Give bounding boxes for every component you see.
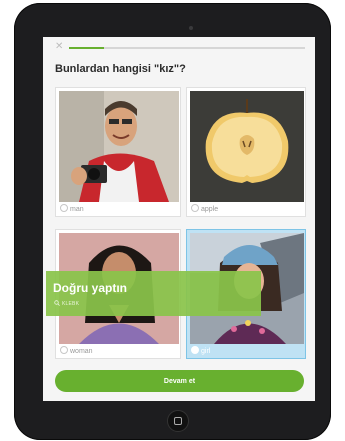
top-bar: ✕ (55, 42, 305, 53)
continue-button[interactable]: Devam et (55, 370, 304, 392)
progress-fill (69, 47, 105, 49)
feedback-subtitle: KLEBK (62, 301, 80, 307)
home-button-icon[interactable] (167, 410, 189, 432)
option-label: apple (201, 206, 219, 213)
option-label: woman (70, 348, 93, 355)
camera-dot (189, 26, 193, 30)
option-label: girl (201, 348, 211, 355)
radio-icon[interactable] (60, 204, 68, 212)
option-card-apple[interactable]: apple (186, 87, 306, 217)
feedback-banner: Doğru yaptın KLEBK (46, 271, 261, 316)
radio-icon[interactable] (191, 346, 199, 354)
radio-icon[interactable] (191, 204, 199, 212)
search-icon (54, 300, 60, 306)
lesson-screen: ✕ Bunlardan hangisi "kız"? man apple wom… (43, 37, 315, 401)
question-text: Bunlardan hangisi "kız"? (55, 63, 186, 75)
home-square (174, 417, 182, 425)
apple-photo (190, 91, 304, 202)
progress-bar (69, 47, 305, 49)
option-label: man (70, 206, 84, 213)
feedback-title: Doğru yaptın (53, 281, 127, 295)
option-card-man[interactable]: man (55, 87, 181, 217)
close-icon[interactable]: ✕ (55, 42, 65, 52)
radio-icon[interactable] (60, 346, 68, 354)
man-photo (59, 91, 179, 202)
